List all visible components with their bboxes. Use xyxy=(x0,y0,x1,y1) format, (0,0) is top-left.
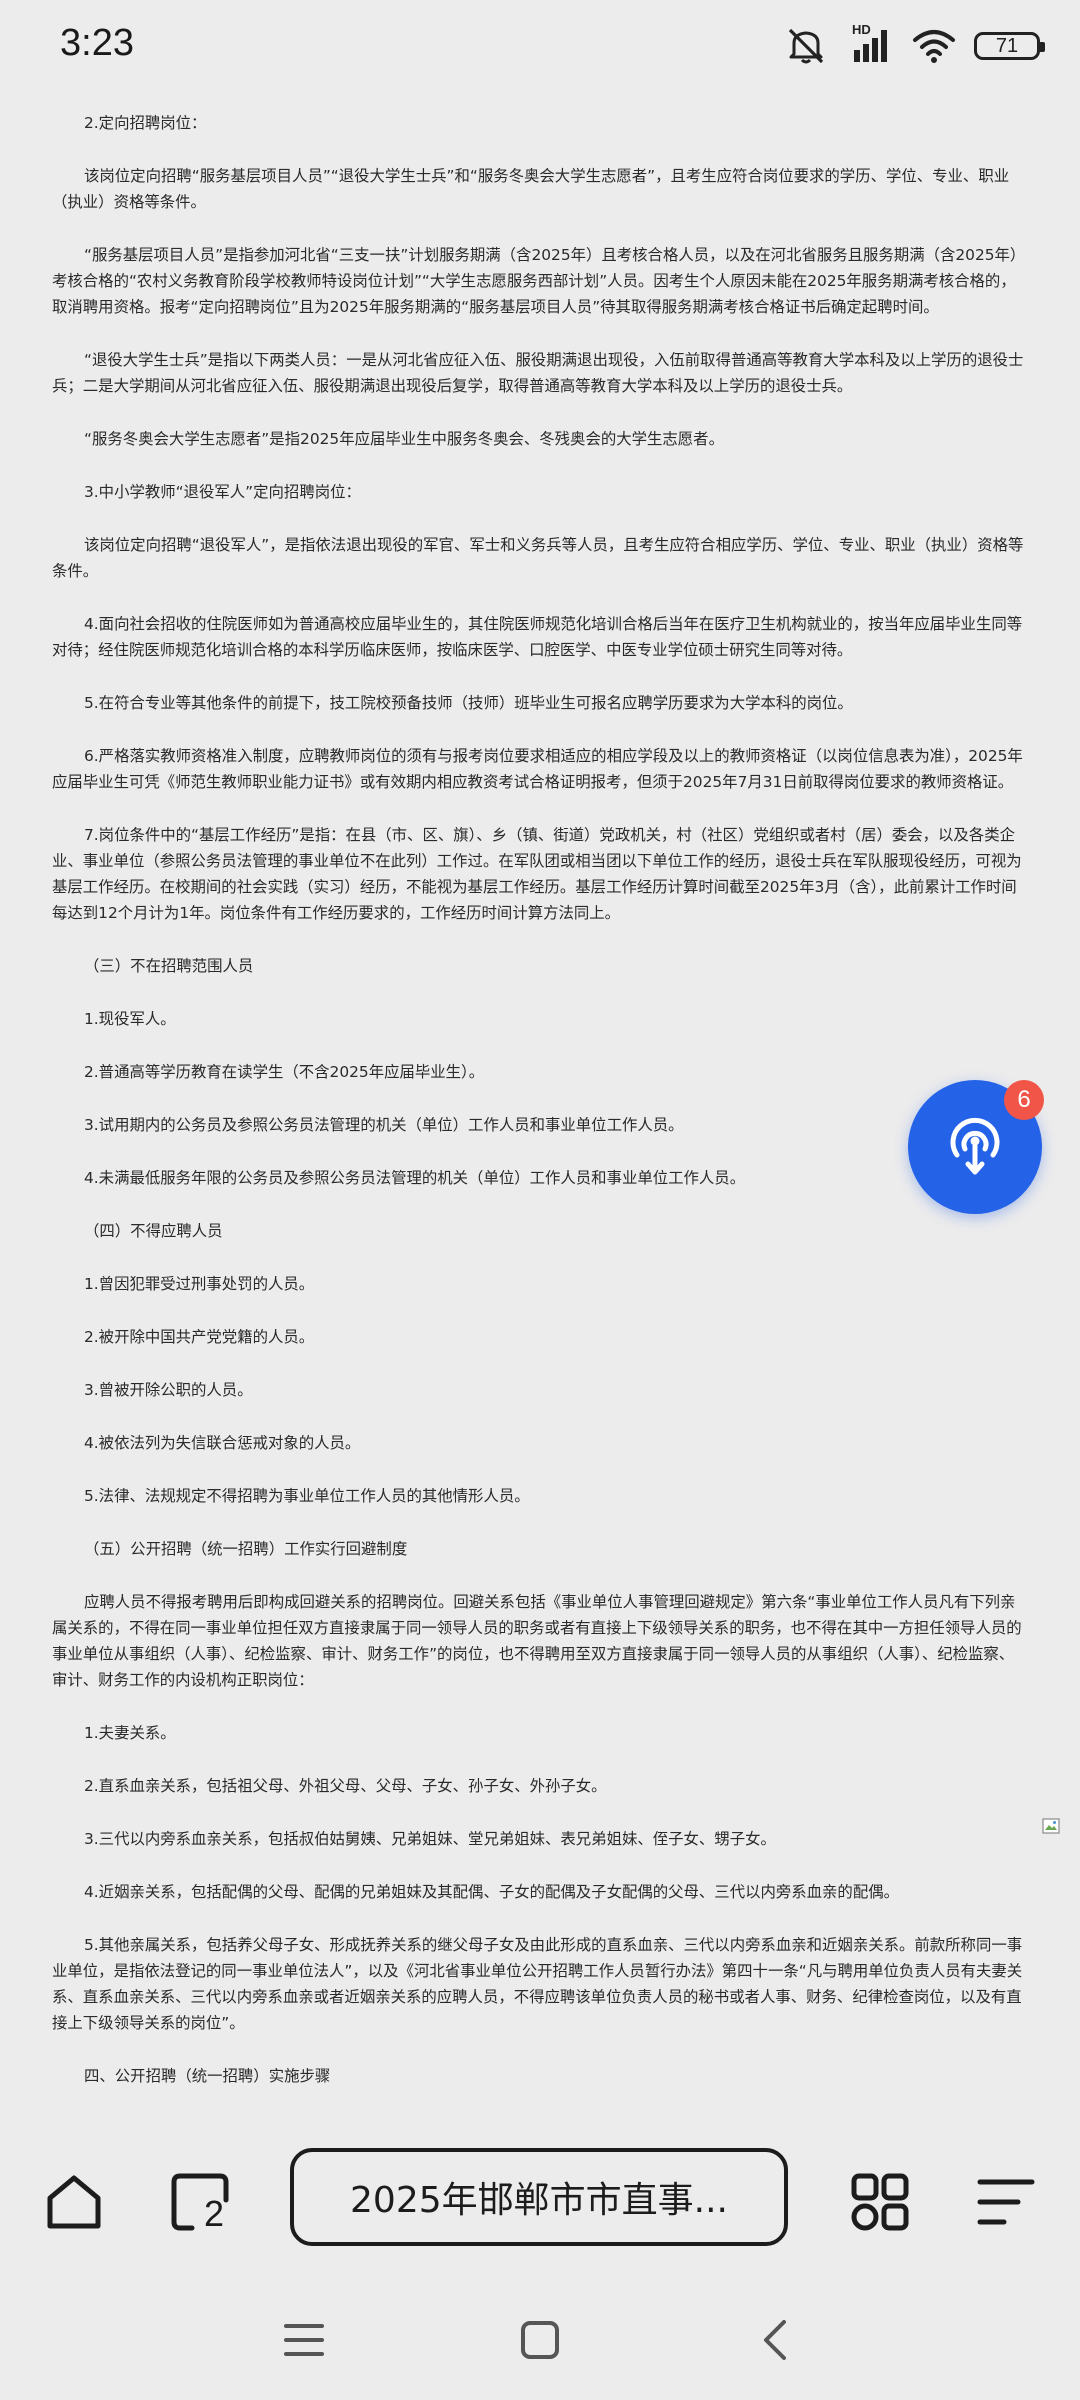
article-paragraph: 应聘人员不得报考聘用后即构成回避关系的招聘岗位。回避关系包括《事业单位人事管理回… xyxy=(52,1593,1022,1689)
article-paragraph: 该岗位定向招聘“退役军人”，是指依法退出现役的军官、军士和义务兵等人员，且考生应… xyxy=(52,536,1024,580)
article-paragraph: 5.其他亲属关系，包括养父母子女、形成抚养关系的继父母子女及由此形成的直系血亲、… xyxy=(52,1936,1023,2032)
article-content: 2.定向招聘岗位： 该岗位定向招聘“服务基层项目人员”“退役大学生士兵”和“服务冬… xyxy=(52,110,1028,2116)
back-icon[interactable] xyxy=(752,2316,800,2364)
article-paragraph: 7.岗位条件中的“基层工作经历”是指：在县（市、区、旗）、乡（镇、街道）党政机关… xyxy=(52,826,1022,922)
podcast-fab-button[interactable]: 6 xyxy=(908,1080,1044,1214)
broken-image-icon xyxy=(1042,1818,1060,1834)
article-paragraph: 4.被依法列为失信联合惩戒对象的人员。 xyxy=(84,1434,361,1452)
signal-icon: HD xyxy=(846,22,894,66)
article-paragraph: 2.定向招聘岗位： xyxy=(84,114,207,132)
article-paragraph: 2.被开除中国共产党党籍的人员。 xyxy=(84,1328,315,1346)
article-paragraph: “服务冬奥会大学生志愿者”是指2025年应届毕业生中服务冬奥会、冬残奥会的大学生… xyxy=(84,430,724,448)
article-paragraph: 1.曾因犯罪受过刑事处罚的人员。 xyxy=(84,1275,315,1293)
address-bar[interactable]: 2025年邯郸市市直事... xyxy=(290,2148,788,2246)
article-paragraph: “服务基层项目人员”是指参加河北省“三支一扶”计划服务期满（含2025年）且考核… xyxy=(52,246,1026,316)
mute-icon xyxy=(788,28,824,64)
notification-badge: 6 xyxy=(1004,1080,1044,1120)
article-paragraph: 4.面向社会招收的住院医师如为普通高校应届毕业生的，其住院医师规范化培训合格后当… xyxy=(52,615,1023,659)
tab-count: 2 xyxy=(204,2193,225,2234)
article-paragraph: “退役大学生士兵”是指以下两类人员：一是从河北省应征入伍、服役期满退出现役，入伍… xyxy=(52,351,1024,395)
article-paragraph: 6.严格落实教师资格准入制度，应聘教师岗位的须有与报考岗位要求相适应的相应学段及… xyxy=(52,747,1023,791)
status-time: 3:23 xyxy=(60,22,134,64)
system-home-icon[interactable] xyxy=(516,2316,564,2364)
home-icon[interactable] xyxy=(42,2170,106,2234)
article-paragraph: 1.现役军人。 xyxy=(84,1010,176,1028)
article-paragraph: 3.曾被开除公职的人员。 xyxy=(84,1381,253,1399)
article-paragraph: 四、公开招聘（统一招聘）实施步骤 xyxy=(84,2067,331,2085)
article-paragraph: 5.在符合专业等其他条件的前提下，技工院校预备技师（技师）班毕业生可报名应聘学历… xyxy=(84,694,853,712)
browser-bottom-bar: 2 2025年邯郸市市直事... xyxy=(0,2120,1080,2280)
article-paragraph: 该岗位定向招聘“服务基层项目人员”“退役大学生士兵”和“服务冬奥会大学生志愿者”… xyxy=(52,167,1010,211)
article-paragraph: 4.近姻亲关系，包括配偶的父母、配偶的兄弟姐妹及其配偶、子女的配偶及子女配偶的父… xyxy=(84,1883,899,1901)
article-paragraph: 5.法律、法规规定不得招聘为事业单位工作人员的其他情形人员。 xyxy=(84,1487,530,1505)
battery-indicator: 71 xyxy=(974,32,1045,60)
article-paragraph: （三）不在招聘范围人员 xyxy=(84,957,254,975)
recents-icon[interactable] xyxy=(280,2316,328,2364)
article-paragraph: 3.中小学教师“退役军人”定向招聘岗位： xyxy=(84,483,361,501)
wifi-icon xyxy=(913,30,955,63)
article-paragraph: 1.夫妻关系。 xyxy=(84,1724,176,1742)
apps-grid-icon[interactable] xyxy=(848,2170,912,2234)
article-paragraph: （五）公开招聘（统一招聘）工作实行回避制度 xyxy=(84,1540,408,1558)
article-paragraph: 4.未满最低服务年限的公务员及参照公务员法管理的机关（单位）工作人员和事业单位工… xyxy=(84,1169,746,1187)
status-bar: 3:23 HD 71 xyxy=(0,0,1080,92)
status-icons: HD 71 xyxy=(784,22,1045,68)
podcast-icon xyxy=(950,1117,1000,1175)
article-paragraph: 2.直系血亲关系，包括祖父母、外祖父母、父母、子女、孙子女、外孙子女。 xyxy=(84,1777,607,1795)
article-paragraph: （四）不得应聘人员 xyxy=(84,1222,223,1240)
tabs-button[interactable]: 2 xyxy=(168,2170,232,2234)
article-paragraph: 2.普通高等学历教育在读学生（不含2025年应届毕业生）。 xyxy=(84,1063,485,1081)
system-navigation-bar xyxy=(0,2280,1080,2400)
article-paragraph: 3.试用期内的公务员及参照公务员法管理的机关（单位）工作人员和事业单位工作人员。 xyxy=(84,1116,684,1134)
menu-icon[interactable] xyxy=(974,2170,1038,2234)
article-paragraph: 3.三代以内旁系血亲关系，包括叔伯姑舅姨、兄弟姐妹、堂兄弟姐妹、表兄弟姐妹、侄子… xyxy=(84,1830,776,1848)
